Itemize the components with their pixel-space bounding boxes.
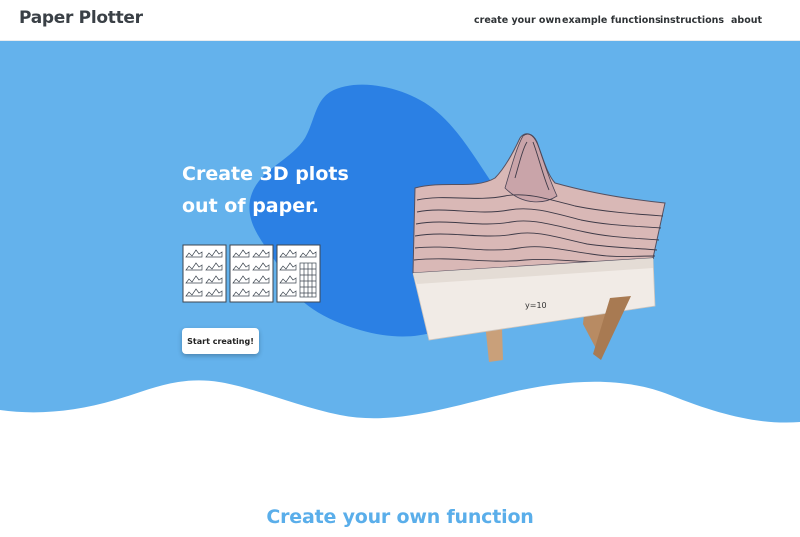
page: Paper Plotter create your own example fu… [0,0,800,537]
nav-link-about[interactable]: about [731,15,762,26]
navbar: Paper Plotter create your own example fu… [0,0,800,41]
start-creating-button[interactable]: Start creating! [182,328,259,354]
hero-section: Create 3D plots out of paper. Start crea… [0,40,800,459]
section-title: Create your own function [266,506,534,528]
brand-logo[interactable]: Paper Plotter [19,8,143,28]
hero-background [0,40,800,423]
nav-link-instructions[interactable]: instructions [660,15,724,26]
plot-label: y=10 [525,301,547,310]
paper-sheets-icon [182,244,321,303]
scissors-icon [262,439,291,459]
nav-link-example-functions[interactable]: example functions [562,15,661,26]
hero-title-line-1: Create 3D plots [182,163,349,185]
hero-title-line-2: out of paper. [182,195,319,217]
hero-title: Create 3D plots out of paper. [182,158,382,222]
nav-link-create-your-own[interactable]: create your own [474,15,561,26]
paper-plot-model-illustration: y=10 [412,133,666,362]
